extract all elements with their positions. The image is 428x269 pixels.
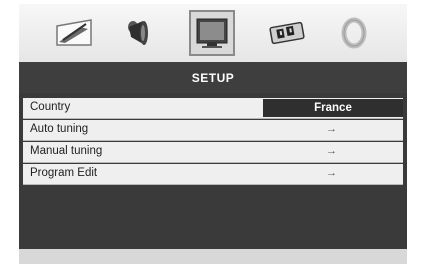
osd-menu: SETUP Country France Auto tuning → Manua…	[19, 4, 407, 264]
menu-item-label: Auto tuning	[30, 123, 89, 135]
picture-icon	[56, 19, 92, 46]
tab-setup[interactable]	[189, 10, 235, 56]
setup-tv-icon	[196, 18, 228, 48]
menu-item-auto-tuning[interactable]: Auto tuning →	[23, 120, 403, 141]
country-value[interactable]: France	[263, 99, 403, 117]
enter-arrow-icon: →	[326, 167, 337, 179]
enter-arrow-icon: →	[326, 123, 337, 135]
tab-lock[interactable]	[331, 10, 377, 56]
tab-options[interactable]	[264, 10, 310, 56]
enter-arrow-icon: →	[326, 145, 337, 157]
menu-item-manual-tuning[interactable]: Manual tuning →	[23, 142, 403, 163]
menu-item-label: Program Edit	[30, 167, 98, 179]
menu-item-label: Country	[30, 101, 71, 113]
menu-list: Country France Auto tuning → Manual tuni…	[19, 93, 407, 249]
sound-icon	[128, 21, 148, 45]
menu-item-country[interactable]: Country France	[23, 98, 403, 119]
menu-item-label: Manual tuning	[30, 145, 103, 157]
lock-icon	[341, 17, 367, 49]
tab-picture[interactable]	[51, 10, 97, 56]
options-icon	[269, 21, 305, 45]
menu-item-program-edit[interactable]: Program Edit →	[23, 164, 403, 185]
menu-title: SETUP	[19, 62, 407, 93]
tab-sound[interactable]	[115, 10, 161, 56]
menu-footer-bar	[19, 249, 407, 264]
menu-icon-bar	[19, 4, 407, 62]
